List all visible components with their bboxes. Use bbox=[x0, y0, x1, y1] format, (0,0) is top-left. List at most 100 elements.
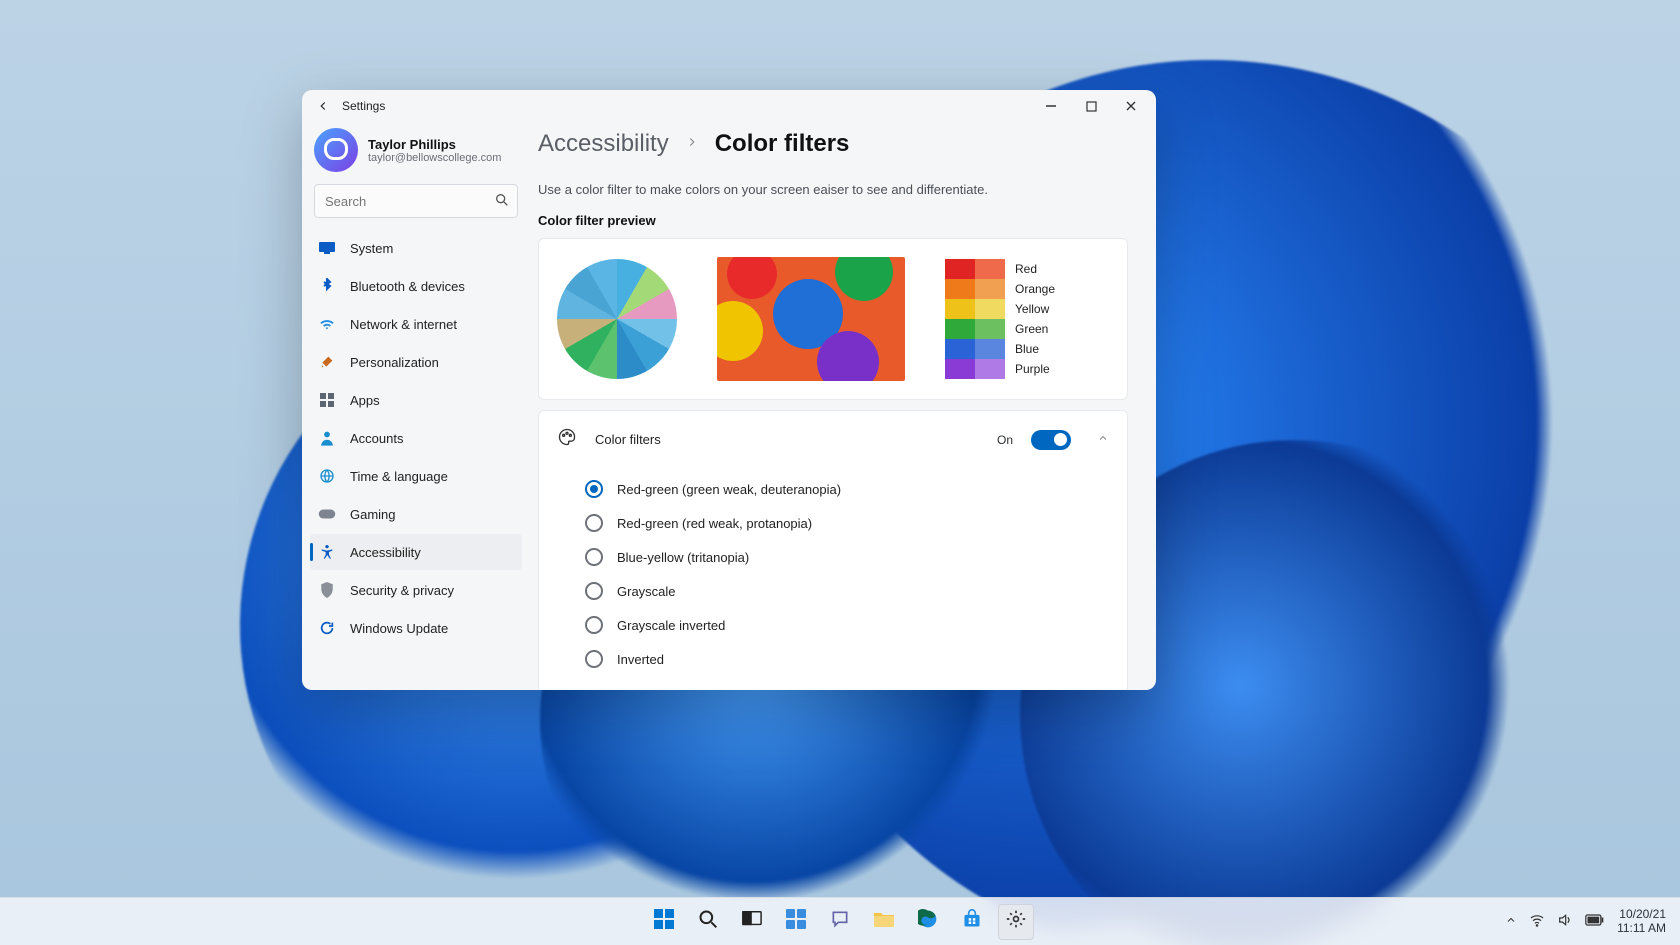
search-input[interactable] bbox=[314, 184, 518, 218]
swatch bbox=[945, 359, 975, 379]
nav-item-label: Security & privacy bbox=[350, 583, 454, 598]
palette-label: Yellow bbox=[1015, 302, 1055, 316]
search-icon bbox=[698, 909, 718, 934]
back-button[interactable] bbox=[312, 95, 334, 117]
preview-pie-chart bbox=[557, 259, 677, 379]
tray-overflow-icon[interactable] bbox=[1505, 914, 1517, 929]
main-content: Accessibility Color filters Use a color … bbox=[532, 122, 1156, 690]
swatch bbox=[945, 259, 975, 279]
swatch bbox=[975, 339, 1005, 359]
search-icon bbox=[494, 192, 510, 213]
swatch bbox=[945, 279, 975, 299]
filter-option-label: Red-green (green weak, deuteranopia) bbox=[617, 482, 841, 497]
filter-option-label: Grayscale inverted bbox=[617, 618, 725, 633]
widgets-icon bbox=[786, 909, 806, 934]
bluetooth-icon bbox=[318, 277, 336, 295]
preview-heading: Color filter preview bbox=[538, 213, 1128, 228]
radio-icon bbox=[585, 548, 603, 566]
taskbar-edge[interactable] bbox=[910, 904, 946, 940]
titlebar: Settings bbox=[302, 90, 1156, 122]
battery-icon[interactable] bbox=[1585, 914, 1605, 929]
swatch bbox=[975, 359, 1005, 379]
shield-icon bbox=[318, 581, 336, 599]
search-box[interactable] bbox=[314, 184, 518, 218]
swatch bbox=[975, 279, 1005, 299]
filter-option[interactable]: Blue-yellow (tritanopia) bbox=[585, 540, 1109, 574]
nav-item-network-internet[interactable]: Network & internet bbox=[310, 306, 522, 342]
radio-icon bbox=[585, 582, 603, 600]
nav-item-gaming[interactable]: Gaming bbox=[310, 496, 522, 532]
avatar bbox=[314, 128, 358, 172]
color-filter-preview-card: RedOrangeYellowGreenBluePurple bbox=[538, 238, 1128, 400]
page-title: Color filters bbox=[715, 130, 850, 158]
chevron-up-icon[interactable] bbox=[1097, 432, 1109, 447]
nav-item-security-privacy[interactable]: Security & privacy bbox=[310, 572, 522, 608]
filter-option-label: Inverted bbox=[617, 652, 664, 667]
filter-option-label: Red-green (red weak, protanopia) bbox=[617, 516, 812, 531]
swatch bbox=[945, 299, 975, 319]
filter-option[interactable]: Grayscale bbox=[585, 574, 1109, 608]
window-title: Settings bbox=[342, 99, 385, 113]
close-button[interactable] bbox=[1120, 95, 1142, 117]
filter-option[interactable]: Inverted bbox=[585, 642, 1109, 676]
radio-icon bbox=[585, 650, 603, 668]
color-filters-state: On bbox=[997, 433, 1013, 447]
radio-icon bbox=[585, 480, 603, 498]
filter-option[interactable]: Red-green (red weak, protanopia) bbox=[585, 506, 1109, 540]
taskbar-store[interactable] bbox=[954, 904, 990, 940]
breadcrumb-parent[interactable]: Accessibility bbox=[538, 130, 669, 158]
system-icon bbox=[318, 239, 336, 257]
nav-item-accessibility[interactable]: Accessibility bbox=[310, 534, 522, 570]
gamepad-icon bbox=[318, 505, 336, 523]
nav-item-accounts[interactable]: Accounts bbox=[310, 420, 522, 456]
taskbar-search[interactable] bbox=[690, 904, 726, 940]
nav-item-windows-update[interactable]: Windows Update bbox=[310, 610, 522, 646]
volume-icon[interactable] bbox=[1557, 912, 1573, 931]
store-icon bbox=[962, 909, 982, 934]
nav-item-time-language[interactable]: Time & language bbox=[310, 458, 522, 494]
radio-icon bbox=[585, 514, 603, 532]
nav-item-system[interactable]: System bbox=[310, 230, 522, 266]
taskbar-widgets[interactable] bbox=[778, 904, 814, 940]
clock[interactable]: 10/20/21 11:11 AM bbox=[1617, 908, 1666, 936]
filter-option[interactable]: Grayscale inverted bbox=[585, 608, 1109, 642]
nav-item-label: Gaming bbox=[350, 507, 396, 522]
filter-option-label: Grayscale bbox=[617, 584, 676, 599]
nav-item-apps[interactable]: Apps bbox=[310, 382, 522, 418]
nav-item-personalization[interactable]: Personalization bbox=[310, 344, 522, 380]
accessibility-icon bbox=[318, 543, 336, 561]
breadcrumb: Accessibility Color filters bbox=[538, 130, 1128, 158]
palette-label: Purple bbox=[1015, 362, 1055, 376]
profile-name: Taylor Phillips bbox=[368, 137, 501, 152]
filter-option[interactable]: Red-green (green weak, deuteranopia) bbox=[585, 472, 1109, 506]
nav-item-label: Bluetooth & devices bbox=[350, 279, 465, 294]
swatch bbox=[975, 259, 1005, 279]
system-tray[interactable]: 10/20/21 11:11 AM bbox=[1505, 908, 1666, 936]
sidebar: Taylor Phillips taylor@bellowscollege.co… bbox=[302, 122, 532, 690]
color-filters-toggle[interactable] bbox=[1031, 430, 1071, 450]
swatch bbox=[975, 319, 1005, 339]
wifi-icon[interactable] bbox=[1529, 912, 1545, 931]
taskbar-settings[interactable] bbox=[998, 904, 1034, 940]
radio-icon bbox=[585, 616, 603, 634]
taskbar-chat[interactable] bbox=[822, 904, 858, 940]
paintbrush-icon bbox=[318, 353, 336, 371]
palette-label: Blue bbox=[1015, 342, 1055, 356]
palette-icon bbox=[557, 427, 577, 452]
nav-item-label: Time & language bbox=[350, 469, 448, 484]
file-explorer-icon bbox=[873, 910, 895, 933]
taskbar-file-explorer[interactable] bbox=[866, 904, 902, 940]
nav-item-bluetooth-devices[interactable]: Bluetooth & devices bbox=[310, 268, 522, 304]
maximize-button[interactable] bbox=[1080, 95, 1102, 117]
apps-icon bbox=[318, 391, 336, 409]
palette-label: Orange bbox=[1015, 282, 1055, 296]
minimize-button[interactable] bbox=[1040, 95, 1062, 117]
taskbar-task-view[interactable] bbox=[734, 904, 770, 940]
palette-label: Red bbox=[1015, 262, 1055, 276]
color-filters-row[interactable]: Color filters On bbox=[539, 411, 1127, 468]
nav-item-label: Network & internet bbox=[350, 317, 457, 332]
taskbar-start[interactable] bbox=[646, 904, 682, 940]
swatch bbox=[945, 339, 975, 359]
color-filters-label: Color filters bbox=[595, 432, 661, 447]
profile-block[interactable]: Taylor Phillips taylor@bellowscollege.co… bbox=[310, 128, 522, 182]
